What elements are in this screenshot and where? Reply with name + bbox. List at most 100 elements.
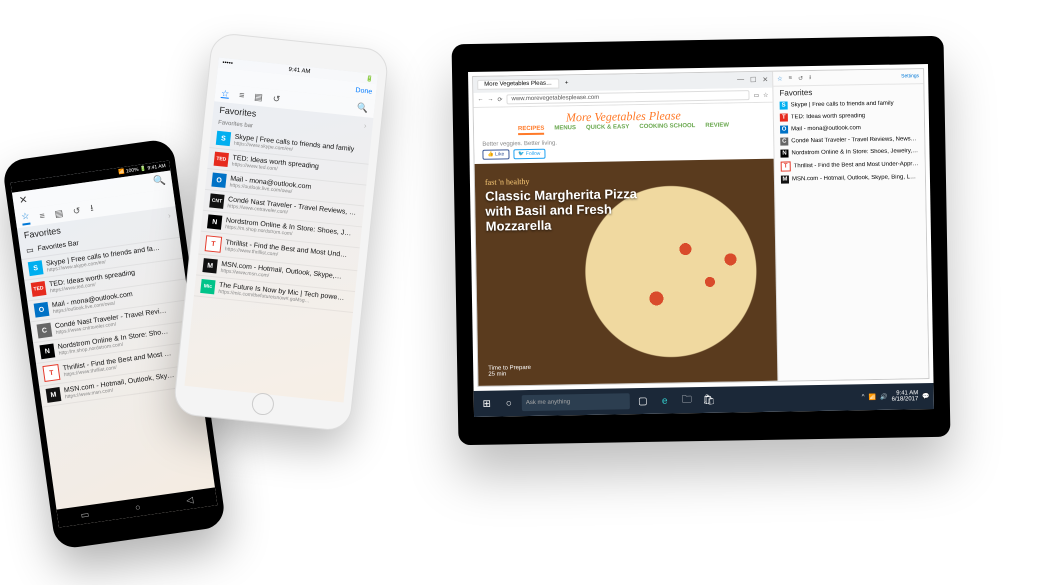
android-nav-bar: ▭ ○ ◁ — [56, 487, 217, 527]
like-button[interactable]: 👍 Like — [482, 149, 509, 159]
nav-item[interactable]: RECIPES — [518, 126, 544, 135]
favorites-tab-icon[interactable]: ☆ — [21, 211, 31, 226]
books-tab-icon[interactable]: ▤ — [254, 91, 264, 103]
system-tray: ^ 📶 🔊 9:41 AM6/18/2017 💬 — [862, 390, 930, 403]
item-title: Thrillist - Find the Best and Most Under… — [794, 161, 919, 169]
favorites-panel: ☆ ≡ ↺ ⭳ Settings Favorites SSkype | Free… — [772, 69, 928, 381]
item-title: Condé Nast Traveler - Travel Reviews, Ne… — [791, 136, 918, 144]
chevron-right-icon[interactable]: › — [363, 121, 367, 130]
favicon: S — [780, 101, 788, 109]
item-title: Mail - mona@outlook.com — [791, 125, 861, 132]
forward-icon[interactable]: → — [487, 97, 493, 103]
explorer-icon[interactable]: 🗀 — [678, 391, 696, 409]
favicon: N — [780, 149, 788, 157]
favicon: S — [216, 131, 231, 146]
hero-title: Classic Margherita Pizza with Basil and … — [485, 187, 646, 235]
window-controls: — ☐ ✕ — [737, 76, 768, 85]
downloads-tab-icon[interactable]: ⭳ — [809, 73, 811, 83]
new-tab-button[interactable]: + — [565, 80, 569, 86]
favicon: T — [205, 235, 223, 253]
clock-label: 9:41 AM — [288, 67, 311, 75]
wifi-icon[interactable]: 📶 — [869, 393, 877, 400]
downloads-tab-icon[interactable]: ⭳ — [89, 201, 94, 217]
nav-item[interactable]: REVIEW — [705, 122, 729, 131]
back-icon[interactable]: ← — [477, 97, 483, 103]
taskbar-search[interactable]: Ask me anything — [522, 393, 630, 411]
task-view-icon[interactable]: ▢ — [634, 392, 652, 410]
iphone-screen: ••••• 9:41 AM 🔋 Done ☆ ≡ ▤ ↺ 🔍 Favorites… — [184, 58, 378, 403]
nav-item[interactable]: MENUS — [554, 125, 576, 134]
item-title: Nordstrom Online & In Store: Shoes, Jewe… — [791, 148, 918, 156]
hero-image: fast 'n healthy Classic Margherita Pizza… — [475, 159, 778, 386]
reading-list-tab-icon[interactable]: ≡ — [39, 210, 46, 221]
history-tab-icon[interactable]: ↺ — [798, 75, 803, 82]
favicon: C — [37, 323, 53, 339]
item-title: Skype | Free calls to friends and family — [791, 101, 894, 109]
surface-tablet: More Vegetables Pleas… + — ☐ ✕ ← → ⟳ www… — [452, 36, 951, 446]
store-icon[interactable]: 🛍 — [700, 391, 718, 409]
item-title: MSN.com - Hotmail, Outlook, Skype, Bing,… — [792, 174, 919, 182]
item-title: TED: Ideas worth spreading — [791, 113, 865, 120]
reading-list-tab-icon[interactable]: ≡ — [789, 75, 793, 81]
favorite-star-icon[interactable]: ☆ — [763, 91, 769, 98]
tablet-screen: More Vegetables Pleas… + — ☐ ✕ ← → ⟳ www… — [468, 64, 934, 417]
books-tab-icon[interactable]: ▤ — [54, 207, 64, 219]
search-icon[interactable]: 🔍 — [357, 102, 369, 114]
favorites-list: SSkype | Free calls to friends and famil… — [774, 97, 925, 186]
reading-list-tab-icon[interactable]: ≡ — [239, 90, 245, 100]
follow-button[interactable]: 🐦 Follow — [513, 149, 545, 160]
favicon: Mic — [200, 279, 215, 294]
back-icon[interactable]: ◁ — [186, 494, 194, 506]
close-icon[interactable]: ✕ — [18, 194, 28, 206]
search-icon[interactable]: 🔍 — [153, 175, 167, 188]
home-button[interactable] — [251, 392, 275, 416]
edge-window: More Vegetables Pleas… + — ☐ ✕ ← → ⟳ www… — [472, 68, 929, 387]
chevron-right-icon[interactable]: › — [167, 210, 171, 219]
close-icon[interactable]: ✕ — [762, 76, 768, 84]
favicon: S — [28, 260, 44, 276]
signal-icon: ••••• — [222, 60, 233, 67]
favorites-title: Favorites — [219, 105, 257, 119]
favicon: M — [781, 175, 789, 183]
edge-taskbar-icon[interactable]: e — [656, 392, 674, 410]
start-icon[interactable]: ⊞ — [478, 395, 496, 413]
url-input[interactable]: www.morevegetablesplease.com — [506, 90, 749, 104]
hero-category-label: fast 'n healthy — [485, 177, 530, 187]
settings-link[interactable]: Settings — [901, 73, 919, 79]
favorites-tab-icon[interactable]: ☆ — [221, 88, 230, 100]
battery-icon: 🔋 — [366, 75, 374, 83]
home-icon[interactable]: ○ — [134, 502, 141, 513]
volume-icon[interactable]: 🔊 — [880, 393, 888, 400]
iphone: ••••• 9:41 AM 🔋 Done ☆ ≡ ▤ ↺ 🔍 Favorites… — [172, 32, 389, 433]
clock[interactable]: 9:41 AM6/18/2017 — [891, 390, 918, 402]
site-header: More Vegetables Please RECIPESMENUSQUICK… — [474, 103, 774, 140]
action-center-icon[interactable]: 💬 — [922, 393, 930, 400]
favicon: M — [202, 258, 217, 273]
maximize-icon[interactable]: ☐ — [750, 76, 756, 84]
minimize-icon[interactable]: — — [737, 76, 744, 84]
favicon: T — [781, 161, 791, 171]
favorites-tab-icon[interactable]: ☆ — [777, 75, 783, 82]
favicon: T — [42, 364, 60, 382]
done-button[interactable]: Done — [355, 87, 372, 96]
recent-apps-icon[interactable]: ▭ — [80, 509, 90, 521]
nav-item[interactable]: QUICK & EASY — [586, 124, 629, 134]
favorites-bar-label: Favorites Bar — [37, 240, 79, 253]
favicon: O — [211, 173, 226, 188]
nav-item[interactable]: COOKING SCHOOL — [639, 123, 695, 133]
favicon: TED — [214, 152, 229, 167]
tray-up-icon[interactable]: ^ — [862, 394, 865, 400]
refresh-icon[interactable]: ⟳ — [497, 96, 502, 103]
history-tab-icon[interactable]: ↺ — [72, 205, 81, 217]
reading-view-icon[interactable]: ▭ — [753, 91, 759, 98]
cortana-icon[interactable]: ○ — [500, 394, 518, 412]
page-content: More Vegetables Please RECIPESMENUSQUICK… — [474, 103, 778, 386]
history-tab-icon[interactable]: ↺ — [272, 93, 281, 105]
favicon: M — [46, 387, 62, 403]
browser-main: More Vegetables Pleas… + — ☐ ✕ ← → ⟳ www… — [473, 72, 777, 386]
taskbar: ⊞ ○ Ask me anything ▢ e 🗀 🛍 ^ 📶 🔊 9:41 A… — [474, 383, 934, 417]
favicon: O — [780, 125, 788, 133]
favicon: O — [34, 302, 50, 318]
list-item[interactable]: MMSN.com - Hotmail, Outlook, Skype, Bing… — [775, 171, 925, 186]
browser-tab[interactable]: More Vegetables Pleas… — [477, 78, 559, 89]
